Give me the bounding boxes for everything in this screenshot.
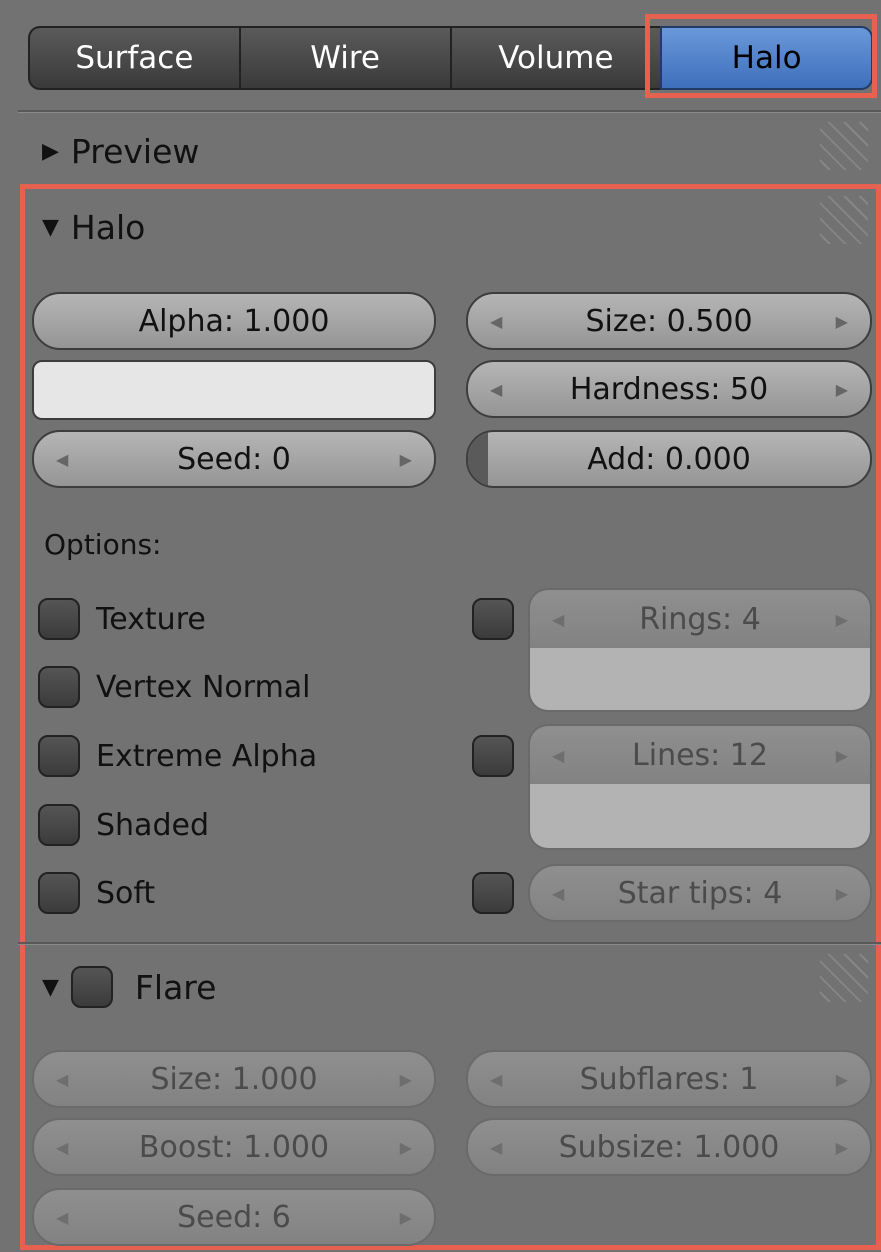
panel-grip-icon[interactable]: [820, 196, 868, 244]
flare-subsize-field[interactable]: ◀ Subsize: 1.000 ▶: [466, 1118, 872, 1176]
increment-arrow-icon[interactable]: ▶: [836, 884, 848, 903]
decrement-arrow-icon[interactable]: ◀: [552, 884, 564, 903]
alpha-value: Alpha: 1.000: [138, 303, 330, 339]
extreme-alpha-checkbox[interactable]: [38, 735, 80, 777]
decrement-arrow-icon[interactable]: ◀: [490, 312, 502, 331]
option-texture[interactable]: Texture: [38, 598, 206, 640]
divider: [18, 942, 881, 945]
options-label: Options:: [44, 528, 162, 561]
increment-arrow-icon[interactable]: ▶: [836, 746, 848, 765]
flare-subflares-value: Subflares: 1: [579, 1061, 759, 1097]
decrement-arrow-icon[interactable]: ◀: [552, 746, 564, 765]
rings-color-swatch[interactable]: [528, 648, 872, 712]
tab-volume[interactable]: Volume: [449, 26, 661, 90]
shaded-checkbox[interactable]: [38, 804, 80, 846]
flare-size-value: Size: 1.000: [150, 1061, 318, 1097]
decrement-arrow-icon[interactable]: ◀: [490, 1070, 502, 1089]
flare-size-field[interactable]: ◀ Size: 1.000 ▶: [32, 1050, 436, 1108]
halo-panel-header[interactable]: ▼ Halo: [42, 208, 145, 247]
increment-arrow-icon[interactable]: ▶: [836, 1070, 848, 1089]
increment-arrow-icon[interactable]: ▶: [836, 380, 848, 399]
flare-subflares-field[interactable]: ◀ Subflares: 1 ▶: [466, 1050, 872, 1108]
lines-field[interactable]: ◀ Lines: 12 ▶: [528, 724, 872, 786]
lines-value: Lines: 12: [632, 737, 768, 773]
seed-value: Seed: 0: [177, 441, 291, 477]
alpha-slider[interactable]: Alpha: 1.000: [32, 292, 436, 350]
decrement-arrow-icon[interactable]: ◀: [490, 380, 502, 399]
expand-triangle-icon: ▶: [42, 139, 59, 164]
increment-arrow-icon[interactable]: ▶: [836, 1138, 848, 1157]
option-soft[interactable]: Soft: [38, 872, 155, 914]
flare-boost-value: Boost: 1.000: [138, 1129, 330, 1165]
lines-color-swatch[interactable]: [528, 784, 872, 850]
flare-enable-checkbox[interactable]: [70, 966, 113, 1008]
hardness-value: Hardness: 50: [569, 371, 769, 407]
panel-grip-icon[interactable]: [820, 122, 868, 170]
flare-title: Flare: [134, 967, 217, 1007]
panel-grip-icon[interactable]: [820, 954, 868, 1002]
increment-arrow-icon[interactable]: ▶: [836, 312, 848, 331]
texture-label: Texture: [96, 601, 206, 637]
increment-arrow-icon[interactable]: ▶: [400, 1138, 412, 1157]
decrement-arrow-icon[interactable]: ◀: [490, 1138, 502, 1157]
add-slider[interactable]: Add: 0.000: [466, 430, 872, 488]
soft-checkbox[interactable]: [38, 872, 80, 914]
size-value: Size: 0.500: [585, 303, 753, 339]
seed-field[interactable]: ◀ Seed: 0 ▶: [32, 430, 436, 488]
tab-surface[interactable]: Surface: [28, 26, 239, 90]
star-tips-checkbox[interactable]: [472, 872, 514, 914]
halo-title: Halo: [70, 208, 146, 247]
option-extreme-alpha[interactable]: Extreme Alpha: [38, 735, 317, 777]
texture-checkbox[interactable]: [38, 598, 80, 640]
collapse-triangle-icon: ▼: [42, 974, 59, 1000]
decrement-arrow-icon[interactable]: ◀: [56, 1070, 68, 1089]
halo-color-swatch[interactable]: [32, 360, 436, 420]
increment-arrow-icon[interactable]: ▶: [836, 610, 848, 629]
preview-title: Preview: [70, 132, 200, 171]
decrement-arrow-icon[interactable]: ◀: [56, 450, 68, 469]
flare-seed-value: Seed: 6: [177, 1199, 291, 1235]
vertex-normal-label: Vertex Normal: [96, 669, 311, 705]
hardness-field[interactable]: ◀ Hardness: 50 ▶: [466, 360, 872, 418]
star-tips-value: Star tips: 4: [617, 875, 783, 911]
flare-subsize-value: Subsize: 1.000: [558, 1129, 780, 1165]
increment-arrow-icon[interactable]: ▶: [400, 1070, 412, 1089]
option-vertex-normal[interactable]: Vertex Normal: [38, 666, 311, 708]
star-tips-field[interactable]: ◀ Star tips: 4 ▶: [528, 864, 872, 922]
extreme-alpha-label: Extreme Alpha: [96, 738, 318, 774]
flare-panel-header[interactable]: ▼ Flare: [42, 966, 216, 1008]
divider: [18, 110, 881, 113]
lines-checkbox[interactable]: [472, 735, 514, 777]
increment-arrow-icon[interactable]: ▶: [400, 1208, 412, 1227]
add-value: Add: 0.000: [587, 441, 751, 477]
flare-boost-field[interactable]: ◀ Boost: 1.000 ▶: [32, 1118, 436, 1176]
rings-checkbox[interactable]: [472, 598, 514, 640]
add-slider-fill: [468, 432, 488, 486]
halo-tab-highlight: [645, 14, 877, 98]
option-shaded[interactable]: Shaded: [38, 804, 209, 846]
decrement-arrow-icon[interactable]: ◀: [56, 1208, 68, 1227]
rings-field[interactable]: ◀ Rings: 4 ▶: [528, 588, 872, 650]
shaded-label: Shaded: [96, 807, 209, 843]
decrement-arrow-icon[interactable]: ◀: [56, 1138, 68, 1157]
size-field[interactable]: ◀ Size: 0.500 ▶: [466, 292, 872, 350]
flare-seed-field[interactable]: ◀ Seed: 6 ▶: [32, 1188, 436, 1246]
preview-panel-header[interactable]: ▶ Preview: [42, 132, 199, 171]
collapse-triangle-icon: ▼: [42, 215, 59, 240]
vertex-normal-checkbox[interactable]: [38, 666, 80, 708]
rings-value: Rings: 4: [639, 601, 761, 637]
increment-arrow-icon[interactable]: ▶: [400, 450, 412, 469]
decrement-arrow-icon[interactable]: ◀: [552, 610, 564, 629]
soft-label: Soft: [96, 875, 156, 911]
tab-wire[interactable]: Wire: [238, 26, 450, 90]
